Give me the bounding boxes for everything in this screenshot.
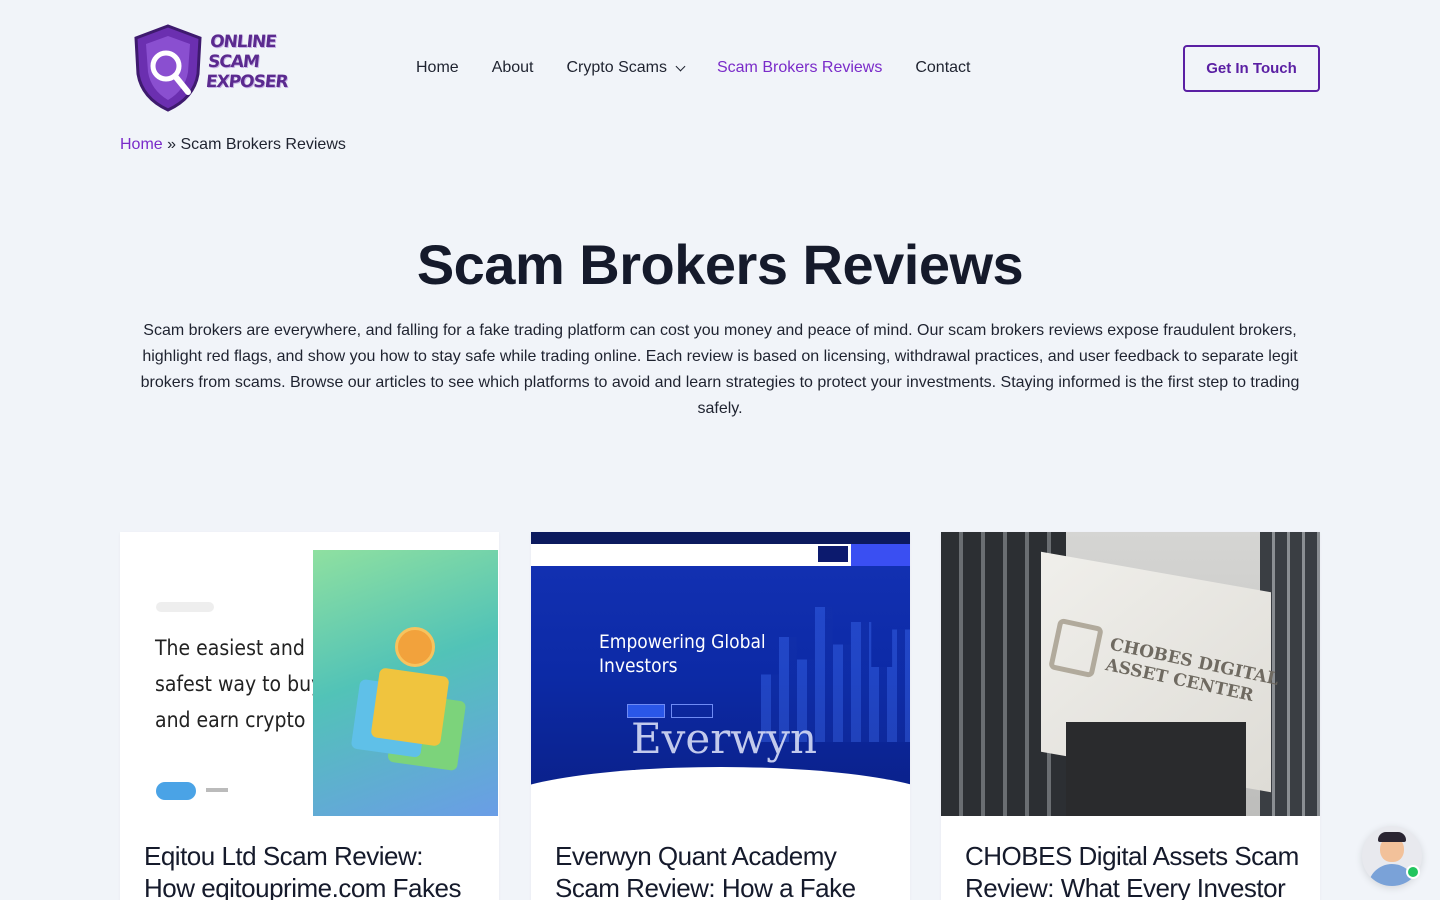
nav-crypto-scams[interactable]: Crypto Scams (566, 59, 686, 77)
nav-about[interactable]: About (492, 59, 534, 77)
logo-line: SCAM (206, 52, 260, 72)
article-title[interactable]: Eqitou Ltd Scam Review: How eqitouprime.… (144, 840, 479, 900)
building-entrance (1066, 722, 1246, 816)
article-card[interactable]: The easiest and safest way to buy and ea… (120, 532, 499, 900)
logo-line: EXPOSER (204, 72, 289, 92)
thumbnail-button (156, 782, 196, 800)
breadcrumb-separator: » (167, 136, 177, 153)
page-title: Scam Brokers Reviews (416, 233, 1024, 296)
online-status-dot (1406, 865, 1420, 879)
breadcrumb-current: Scam Brokers Reviews (180, 136, 346, 153)
main-nav: Home About Crypto Scams Scam Brokers Rev… (416, 56, 1003, 80)
thumbnail-wave (531, 767, 910, 816)
site-logo[interactable]: ONLINE SCAM EXPOSER (130, 20, 289, 116)
breadcrumb: Home » Scam Brokers Reviews (120, 136, 346, 154)
article-title[interactable]: Everwyn Quant Academy Scam Review: How a… (555, 840, 890, 900)
article-thumbnail[interactable]: Empowering Global Investors Everwyn Capi… (531, 532, 910, 816)
thumbnail-heading-line: The easiest and (155, 636, 305, 660)
thumbnail-heading: Empowering Global Investors (599, 630, 766, 678)
article-title[interactable]: CHOBES Digital Assets Scam Review: What … (965, 840, 1300, 900)
nav-scam-brokers-reviews[interactable]: Scam Brokers Reviews (717, 59, 882, 77)
site-header: ONLINE SCAM EXPOSER Home About Crypto Sc… (0, 0, 1440, 130)
thumbnail-link (206, 788, 228, 792)
article-thumbnail[interactable]: CHOBES DIGITAL ASSET CENTER (941, 532, 1320, 816)
thumbnail-topbar (531, 532, 910, 544)
article-card[interactable]: CHOBES DIGITAL ASSET CENTER CHOBES Digit… (941, 532, 1320, 900)
thumbnail-heading-line: Investors (599, 655, 678, 677)
nav-crypto-scams-label: Crypto Scams (566, 59, 667, 76)
logo-line: ONLINE (209, 32, 277, 52)
thumbnail-heading-line: safest way to buy (155, 672, 323, 696)
logo-text: ONLINE SCAM EXPOSER (205, 32, 293, 92)
article-card[interactable]: Empowering Global Investors Everwyn Capi… (531, 532, 910, 900)
page-intro: Scam brokers are everywhere, and falling… (140, 322, 1300, 417)
bitcoin-icon (395, 627, 435, 667)
chat-avatar-hair (1378, 832, 1406, 842)
thumbnail-topbar (120, 532, 499, 548)
thumbnail-tag (156, 602, 214, 612)
thumbnail-accent (851, 544, 910, 566)
shield-magnifier-icon (134, 24, 202, 112)
thumbnail-heading: The easiest and safest way to buy and ea… (155, 630, 322, 738)
thumbnail-heading-line: Empowering Global (599, 631, 766, 653)
nav-home[interactable]: Home (416, 59, 459, 77)
breadcrumb-home-link[interactable]: Home (120, 136, 163, 153)
thumbnail-heading-line: and earn crypto (155, 708, 306, 732)
thumbnail-nav-button (818, 546, 848, 562)
article-thumbnail[interactable]: The easiest and safest way to buy and ea… (120, 532, 499, 816)
chevron-down-icon (675, 61, 686, 71)
nav-contact[interactable]: Contact (915, 59, 970, 77)
crypto-cube-illustration (370, 667, 450, 747)
get-in-touch-button[interactable]: Get In Touch (1183, 45, 1320, 92)
